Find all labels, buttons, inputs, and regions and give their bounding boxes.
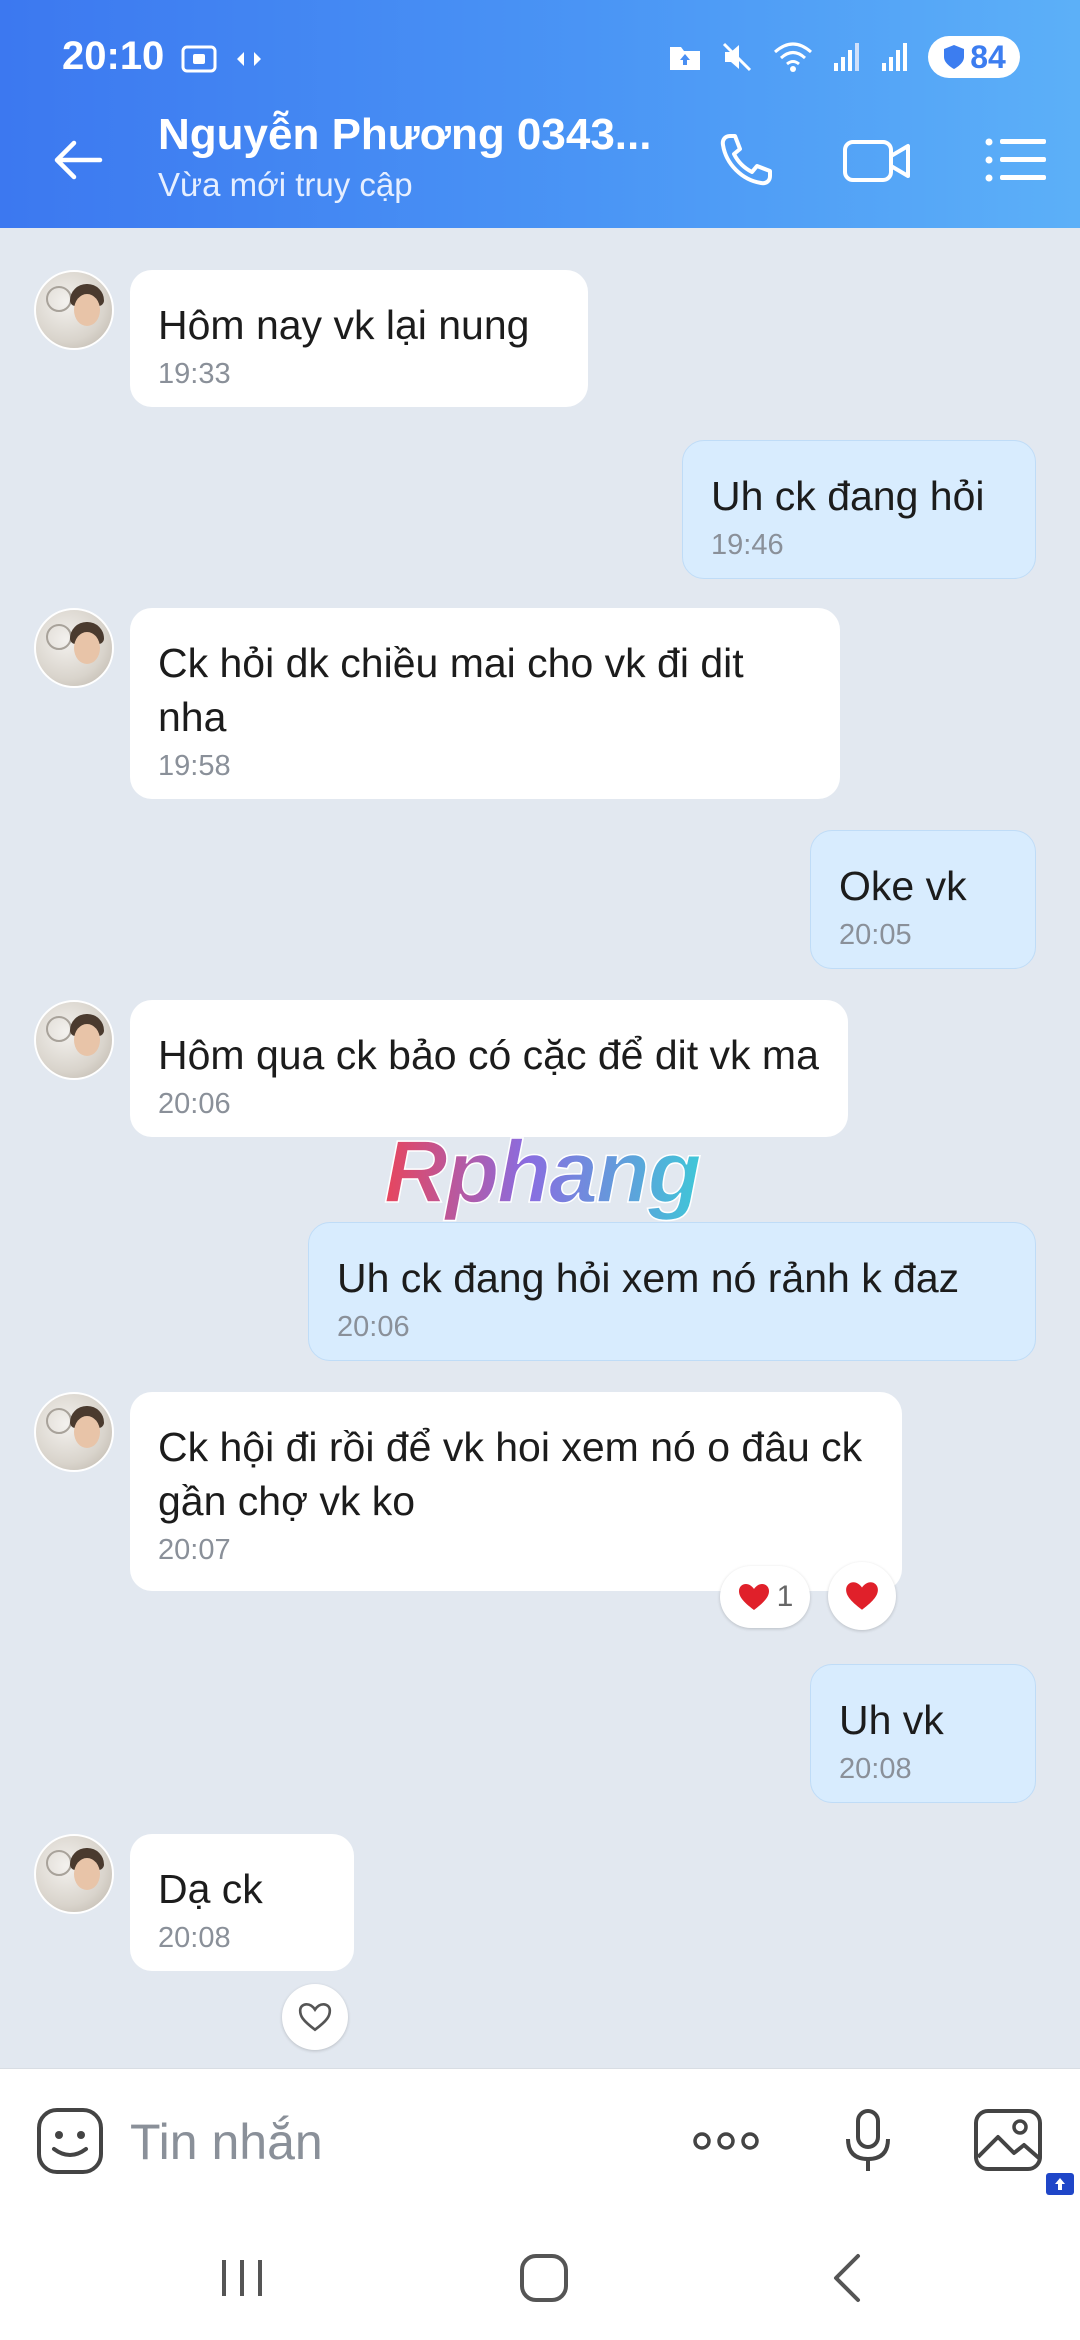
message-bubble-incoming[interactable]: Ck hội đi rồi để vk hoi xem nó o đâu ck … [130, 1392, 902, 1591]
recent-apps-icon[interactable] [212, 2250, 272, 2306]
message-text: Uh ck đang hỏi [711, 473, 985, 519]
avatar[interactable] [34, 608, 114, 688]
folder-upload-icon [670, 47, 700, 70]
message-bubble-incoming[interactable]: Ck hỏi dk chiều mai cho vk đi dit nha 19… [130, 608, 840, 799]
more-options-icon[interactable] [690, 2105, 762, 2177]
message-time: 20:07 [158, 1534, 231, 1566]
data-transfer-icon [237, 52, 261, 66]
message-text: Ck hội đi rồi để vk hoi xem nó o đâu ck … [158, 1424, 863, 1524]
back-nav-icon[interactable] [818, 2250, 878, 2306]
battery-indicator: 84 [928, 36, 1020, 78]
chat-header: 20:10 84 Nguyễn Phương 0343... Vừa mới t… [0, 0, 1080, 228]
message-input-bar: Tin nhắn [0, 2068, 1080, 2210]
react-button[interactable] [828, 1562, 896, 1630]
status-time: 20:10 [62, 34, 165, 78]
upload-badge-icon [1046, 2173, 1074, 2195]
video-call-icon[interactable] [842, 128, 912, 192]
back-arrow-icon[interactable] [48, 130, 108, 190]
avatar[interactable] [34, 1834, 114, 1914]
message-time: 20:05 [839, 919, 912, 951]
message-bubble-incoming[interactable]: Dạ ck 20:08 [130, 1834, 354, 1971]
message-text: Dạ ck [158, 1866, 263, 1912]
screenshot-icon [181, 45, 217, 73]
message-text: Hôm qua ck bảo có cặc để dit vk ma [158, 1032, 819, 1078]
battery-level: 84 [970, 38, 1006, 75]
message-text: Ck hỏi dk chiều mai cho vk đi dit nha [158, 640, 744, 740]
message-bubble-outgoing[interactable]: Uh vk 20:08 [810, 1664, 1036, 1803]
message-text: Oke vk [839, 863, 967, 909]
contact-status: Vừa mới truy cập [158, 166, 413, 203]
signal-icon-2 [882, 43, 907, 71]
wifi-icon [774, 42, 812, 72]
contact-name[interactable]: Nguyễn Phương 0343... [158, 110, 651, 160]
message-time: 20:08 [839, 1753, 912, 1785]
image-gallery-icon[interactable] [972, 2105, 1044, 2177]
heart-outline-icon [298, 2002, 332, 2032]
shield-icon [944, 45, 965, 69]
message-time: 19:46 [711, 529, 784, 561]
avatar[interactable] [34, 1000, 114, 1080]
reaction-summary[interactable]: 1 [720, 1566, 810, 1628]
heart-icon [846, 1582, 878, 1610]
message-time: 20:06 [337, 1311, 410, 1343]
home-icon[interactable] [514, 2250, 574, 2306]
menu-list-icon[interactable] [982, 128, 1052, 192]
reaction-count: 1 [776, 1580, 794, 1613]
microphone-icon[interactable] [832, 2105, 904, 2177]
watermark-text: Rphang [384, 1122, 701, 1221]
watermark: Rphang [380, 1120, 720, 1253]
message-bubble-outgoing[interactable]: Oke vk 20:05 [810, 830, 1036, 969]
mute-icon [722, 42, 752, 72]
message-input[interactable]: Tin nhắn [130, 2113, 323, 2171]
message-time: 19:58 [158, 750, 231, 782]
message-bubble-incoming[interactable]: Hôm qua ck bảo có cặc để dit vk ma 20:06 [130, 1000, 848, 1137]
avatar[interactable] [34, 270, 114, 350]
avatar[interactable] [34, 1392, 114, 1472]
message-bubble-incoming[interactable]: Hôm nay vk lại nung 19:33 [130, 270, 588, 407]
message-time: 20:08 [158, 1922, 231, 1954]
heart-icon [738, 1584, 769, 1610]
system-navigation-bar [0, 2210, 1080, 2340]
message-time: 19:33 [158, 358, 231, 390]
phone-icon[interactable] [712, 128, 782, 192]
sticker-icon[interactable] [34, 2105, 106, 2177]
message-bubble-outgoing[interactable]: Uh ck đang hỏi 19:46 [682, 440, 1036, 579]
message-time: 20:06 [158, 1088, 231, 1120]
status-bar: 20:10 84 [0, 0, 1080, 118]
message-text: Hôm nay vk lại nung [158, 302, 530, 348]
signal-icon-1 [834, 43, 859, 71]
react-button[interactable] [282, 1984, 348, 2050]
message-text: Uh ck đang hỏi xem nó rảnh k đaz [337, 1255, 960, 1301]
message-text: Uh vk [839, 1697, 944, 1743]
